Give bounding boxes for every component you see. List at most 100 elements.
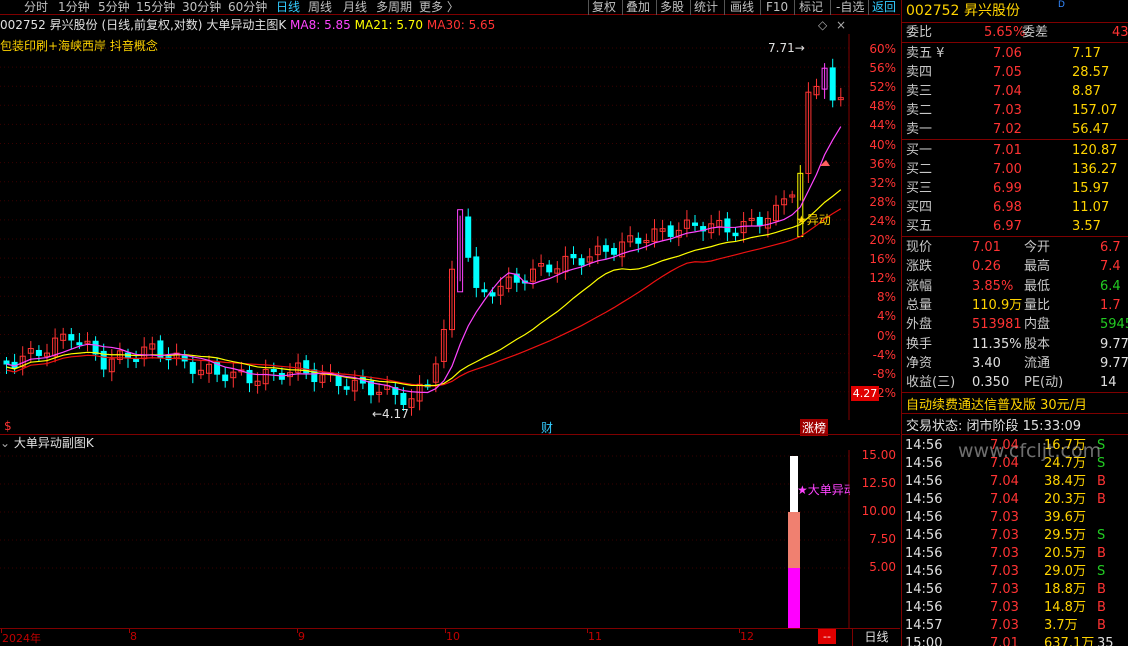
- sub-tick: 5.00: [869, 560, 896, 574]
- tick-row[interactable]: 14:56 7.03 29.0万 S: [902, 562, 1128, 581]
- stat-value-2: 9.77: [1100, 355, 1128, 371]
- ask-row[interactable]: 卖五 ¥ 7.06 7.17: [902, 44, 1128, 63]
- ask-volume: 56.47: [1072, 122, 1110, 137]
- pct-tick: 8%: [876, 290, 896, 305]
- candle-body: [489, 292, 496, 297]
- candle-body: [481, 289, 488, 293]
- mark-button[interactable]: 标记: [799, 0, 823, 15]
- f10-button[interactable]: F10: [766, 0, 788, 15]
- bid-row[interactable]: 买五 6.97 3.57: [902, 217, 1128, 236]
- sub-tick: 12.50: [861, 476, 896, 490]
- pct-tick: 12%: [869, 271, 896, 286]
- tab-60min[interactable]: 60分钟: [228, 0, 267, 15]
- candle-body: [222, 374, 229, 382]
- tab-15min[interactable]: 15分钟: [136, 0, 175, 15]
- tick-side: B: [1097, 618, 1106, 633]
- tick-side: B: [1097, 600, 1106, 615]
- tab-daily[interactable]: 日线: [276, 0, 300, 15]
- quote-panel: 002752 昇兴股份 D 委比 5.65% 委差 43 自动续费通达信普及版 …: [901, 0, 1128, 646]
- ask-row[interactable]: 卖二 7.03 157.07: [902, 101, 1128, 120]
- tab-monthly[interactable]: 月线: [343, 0, 367, 15]
- tick-row[interactable]: 14:56 7.03 39.6万: [902, 508, 1128, 527]
- tick-time: 15:00: [905, 636, 943, 646]
- s-marker[interactable]: $: [4, 419, 12, 433]
- tick-volume: 29.0万: [1044, 564, 1086, 579]
- candle-body: [756, 216, 763, 226]
- tick-row[interactable]: 14:56 7.04 20.3万 B: [902, 490, 1128, 509]
- tick-row[interactable]: 14:56 7.03 18.8万 B: [902, 580, 1128, 599]
- stat-value-2: 6.7: [1100, 240, 1121, 255]
- bid-row[interactable]: 买二 7.00 136.27: [902, 160, 1128, 179]
- candle-body: [76, 342, 83, 346]
- tick-row[interactable]: 14:56 7.04 38.4万 B: [902, 472, 1128, 491]
- fuquan-button[interactable]: 复权: [592, 0, 616, 15]
- tab-multi-period[interactable]: 多周期: [376, 0, 412, 15]
- ask-row[interactable]: 卖三 7.04 8.87: [902, 82, 1128, 101]
- stat-label-2: 流通: [1024, 355, 1051, 371]
- tab-weekly[interactable]: 周线: [308, 0, 332, 15]
- ask-label: 卖五 ¥: [906, 46, 945, 61]
- tick-time: 14:56: [905, 600, 943, 615]
- sub-chart-title[interactable]: 大单异动副图K: [14, 436, 94, 450]
- tick-volume: 14.8万: [1044, 600, 1086, 615]
- dash-marker: --: [818, 629, 836, 644]
- period-label[interactable]: 日线: [852, 628, 900, 646]
- tick-row[interactable]: 14:56 7.03 29.5万 S: [902, 526, 1128, 545]
- bid-volume: 15.97: [1072, 181, 1110, 196]
- month-label: 9: [298, 630, 305, 643]
- tick-row[interactable]: 14:56 7.03 14.8万 B: [902, 598, 1128, 617]
- stat-row[interactable]: 涨跌 0.26 最高 7.4: [902, 257, 1128, 276]
- tick-time: 14:56: [905, 528, 943, 543]
- stat-label-2: 今开: [1024, 240, 1051, 255]
- tab-fenshi[interactable]: 分时: [24, 0, 48, 15]
- tab-more[interactable]: 更多 〉: [419, 0, 459, 15]
- stat-value: 3.85%: [972, 278, 1014, 294]
- stat-row[interactable]: 总量 110.9万 量比 1.7: [902, 296, 1128, 315]
- ask-row[interactable]: 卖一 7.02 56.47: [902, 120, 1128, 139]
- tab-5min[interactable]: 5分钟: [98, 0, 130, 15]
- stat-row[interactable]: 涨幅 3.85% 最低 6.4: [902, 277, 1128, 296]
- tick-row[interactable]: 14:56 7.03 20.5万 B: [902, 544, 1128, 563]
- stat-row[interactable]: 外盘 513981内盘 59456: [902, 315, 1128, 334]
- sub-indicator-chart[interactable]: ★大单异动: [0, 450, 850, 628]
- stat-value: 7.01: [972, 240, 1001, 255]
- diamond-icon[interactable]: ◇: [818, 18, 827, 32]
- overlay-button[interactable]: 叠加: [626, 0, 650, 15]
- bid-row[interactable]: 买一 7.01 120.87: [902, 141, 1128, 160]
- stat-row[interactable]: 收益(三) 0.350 PE(动) 14: [902, 373, 1128, 392]
- tick-row[interactable]: 14:57 7.03 3.7万 B: [902, 616, 1128, 635]
- favorites-button[interactable]: -自选: [836, 0, 864, 15]
- candle-body: [611, 248, 617, 255]
- candlestick-chart[interactable]: 7.71→←4.17★异动: [0, 34, 850, 420]
- stat-value-2: 9.77: [1100, 336, 1128, 352]
- tab-30min[interactable]: 30分钟: [182, 0, 221, 15]
- ask-row[interactable]: 卖四 7.05 28.57: [902, 63, 1128, 82]
- stock-name: 昇兴股份: [49, 18, 98, 32]
- indicator-name[interactable]: 大单异动主图K: [206, 18, 286, 32]
- candle-body: [570, 253, 577, 259]
- close-icon[interactable]: ×: [836, 18, 846, 32]
- bid-label: 买四: [906, 200, 933, 215]
- pct-tick: -4%: [872, 347, 896, 362]
- stat-value-2: 59456: [1100, 317, 1128, 333]
- draw-line-button[interactable]: 画线: [730, 0, 754, 15]
- stat-row[interactable]: 换手 11.35% 股本 9.77: [902, 335, 1128, 354]
- stat-row[interactable]: 净资 3.40 流通 9.77: [902, 354, 1128, 373]
- bid-row[interactable]: 买四 6.98 11.07: [902, 198, 1128, 217]
- ad-link[interactable]: 自动续费通达信普及版 30元/月: [906, 394, 1087, 413]
- multi-stock-button[interactable]: 多股: [660, 0, 684, 15]
- pct-tick: 4%: [876, 309, 896, 324]
- stats-button[interactable]: 统计: [694, 0, 718, 15]
- ma21-value: MA21: 5.70: [354, 18, 424, 32]
- stat-row[interactable]: 现价 7.01 今开 6.7: [902, 238, 1128, 257]
- bid-volume: 136.27: [1072, 162, 1118, 177]
- tick-row[interactable]: 15:00 7.01 637.1万 35: [902, 634, 1128, 646]
- chevron-down-icon[interactable]: ⌄: [0, 436, 10, 450]
- tick-price: 7.03: [990, 528, 1019, 543]
- stat-value: 3.40: [972, 355, 1001, 371]
- stat-label-2: 股本: [1024, 336, 1051, 352]
- back-button[interactable]: 返回: [872, 0, 896, 15]
- tab-1min[interactable]: 1分钟: [58, 0, 90, 15]
- month-label: 2024年: [2, 632, 41, 645]
- bid-row[interactable]: 买三 6.99 15.97: [902, 179, 1128, 198]
